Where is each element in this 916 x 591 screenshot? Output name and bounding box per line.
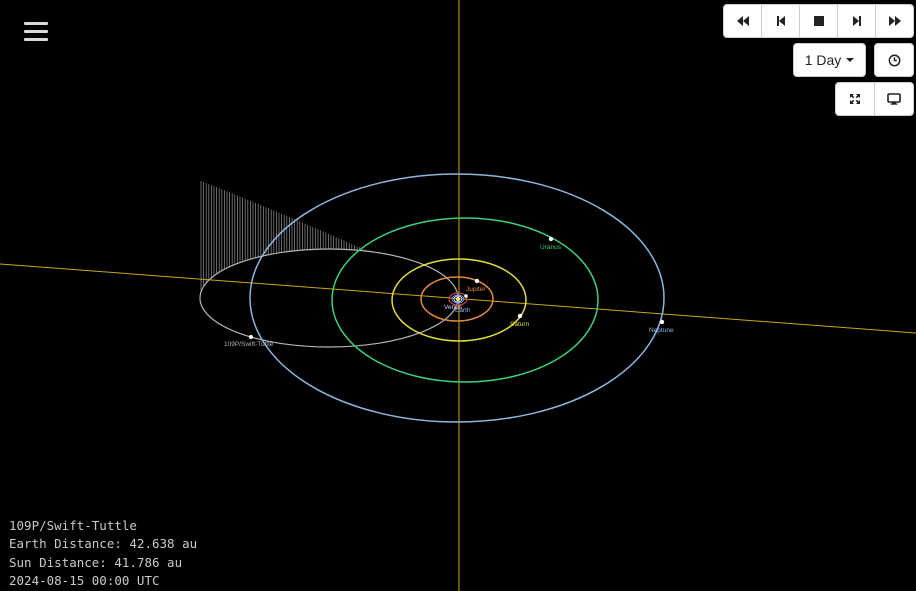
jupiter-dot[interactable] <box>474 278 480 284</box>
solar-system-view[interactable]: Neptune Uranus Saturn Jupiter Earth Venu… <box>0 0 916 591</box>
clock-icon <box>888 54 900 66</box>
clock-group <box>874 43 914 77</box>
saturn-dot[interactable] <box>517 313 523 319</box>
time-step-value: 1 Day <box>804 52 842 68</box>
comet-orbit-curtain <box>200 181 368 292</box>
jupiter-label: Jupiter <box>466 286 486 293</box>
earth-distance: Earth Distance: 42.638 au <box>9 536 198 552</box>
fast-backward-button[interactable] <box>723 4 762 38</box>
stop-icon <box>813 16 824 26</box>
playback-controls <box>723 4 914 38</box>
uranus-dot[interactable] <box>548 236 554 242</box>
sun-distance: Sun Distance: 41.786 au <box>9 554 183 570</box>
monitor-view-button[interactable] <box>874 82 914 116</box>
fast-backward-icon <box>736 16 749 26</box>
comet-label: 109P/Swift-Tuttle <box>224 341 274 348</box>
object-name: 109P/Swift-Tuttle <box>9 518 137 533</box>
fullscreen-button[interactable] <box>835 82 875 116</box>
step-backward-button[interactable] <box>761 4 800 38</box>
uranus-orbit <box>331 217 599 383</box>
sun <box>456 297 460 301</box>
view-controls <box>835 82 914 116</box>
step-backward-icon <box>776 16 785 26</box>
neptune-dot[interactable] <box>659 319 665 325</box>
fast-forward-button[interactable] <box>875 4 914 38</box>
uranus-label: Uranus <box>540 244 562 251</box>
info-panel: 109P/Swift-Tuttle Earth Distance: 42.638 … <box>9 517 197 590</box>
monitor-icon <box>887 93 901 105</box>
fullscreen-icon <box>850 94 860 104</box>
time-step-group: 1 Day <box>793 43 866 77</box>
neptune-label: Neptune <box>649 327 674 334</box>
comet-dot[interactable] <box>249 335 253 339</box>
step-forward-icon <box>852 16 861 26</box>
hamburger-menu-icon[interactable] <box>24 22 48 42</box>
datetime: 2024-08-15 00:00 UTC <box>9 572 160 588</box>
time-step-dropdown[interactable]: 1 Day <box>793 43 866 77</box>
stop-button[interactable] <box>799 4 838 38</box>
saturn-label: Saturn <box>510 321 530 328</box>
set-time-button[interactable] <box>874 43 914 77</box>
venus-label: Venus <box>444 304 463 311</box>
fast-forward-icon <box>888 16 901 26</box>
step-forward-button[interactable] <box>837 4 876 38</box>
caret-down-icon <box>846 58 855 62</box>
earth-dot[interactable] <box>464 294 468 298</box>
